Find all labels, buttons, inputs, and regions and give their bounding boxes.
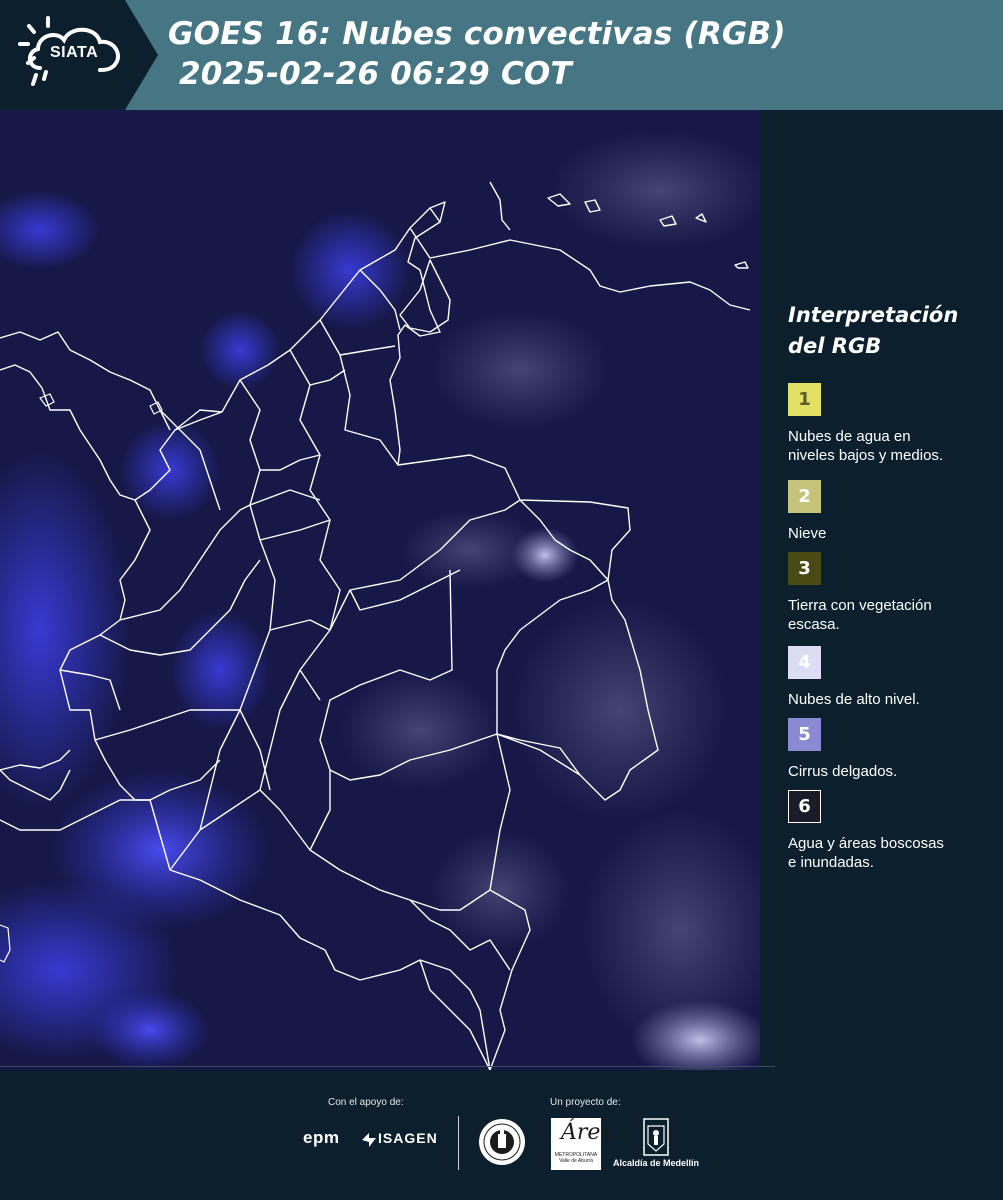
legend-title-line-2: del RGB — [788, 334, 882, 358]
legend-swatch-6: 6 — [788, 790, 821, 823]
rgb-legend: Interpretación del RGB 1 Nubes de agua e… — [762, 110, 1003, 1070]
footer-divider-line — [0, 1066, 775, 1067]
legend-swatch-4: 4 — [788, 646, 821, 679]
legend-label-5: Cirrus delgados. — [788, 763, 898, 780]
isagen-logo: ISAGEN — [378, 1130, 438, 1146]
footer: Con el apoyo de: Un proyecto de: epm ISA… — [0, 1066, 1003, 1200]
support-label: Con el apoyo de: — [328, 1097, 404, 1108]
legend-swatch-3: 3 — [788, 552, 821, 585]
epm-logo: epm — [303, 1128, 340, 1147]
satellite-map — [0, 110, 760, 1070]
legend-item-1: 1 Nubes de agua en niveles bajos y medio… — [788, 383, 998, 465]
legend-item-2: 2 Nieve — [788, 480, 998, 543]
page-title: GOES 16: Nubes convectivas (RGB) 2025-02… — [168, 14, 988, 94]
legend-title-line-1: Interpretación — [788, 303, 959, 327]
isagen-logo-icon — [362, 1133, 376, 1147]
legend-label-4: Nubes de alto nivel. — [788, 691, 920, 708]
legend-item-4: 4 Nubes de alto nivel. — [788, 646, 998, 709]
header-bar: SIATA GOES 16: Nubes convectivas (RGB) 2… — [0, 0, 1003, 110]
area-metropolitana-logo: Área METROPOLITANA Valle de Aburrá — [551, 1118, 614, 1170]
alcaldia-shield-icon — [643, 1118, 669, 1156]
legend-label-3: Tierra con vegetación escasa. — [788, 597, 932, 633]
project-label: Un proyecto de: — [550, 1097, 621, 1108]
legend-label-1: Nubes de agua en niveles bajos y medios. — [788, 428, 944, 464]
university-seal-icon — [479, 1119, 525, 1165]
legend-item-3: 3 Tierra con vegetación escasa. — [788, 552, 998, 634]
legend-swatch-1: 1 — [788, 383, 821, 416]
legend-swatch-5: 5 — [788, 718, 821, 751]
footer-vertical-divider — [458, 1116, 459, 1170]
siata-logo-text: SIATA — [50, 44, 99, 61]
siata-logo: SIATA — [0, 0, 160, 110]
legend-item-6: 6 Agua y áreas boscosas e inundadas. — [788, 790, 998, 872]
legend-title: Interpretación del RGB — [788, 300, 998, 362]
legend-item-5: 5 Cirrus delgados. — [788, 718, 998, 781]
legend-swatch-2: 2 — [788, 480, 821, 513]
area-logo-subtitle: METROPOLITANA Valle de Aburrá — [554, 1152, 598, 1164]
area-logo-script: Área — [561, 1120, 614, 1145]
legend-label-2: Nieve — [788, 525, 827, 542]
title-line-1: GOES 16: Nubes convectivas (RGB) — [168, 16, 786, 52]
legend-label-6: Agua y áreas boscosas e inundadas. — [788, 835, 944, 871]
title-line-2: 2025-02-26 06:29 COT — [168, 56, 572, 92]
alcaldia-medellin-label: Alcaldía de Medellín — [613, 1158, 700, 1168]
